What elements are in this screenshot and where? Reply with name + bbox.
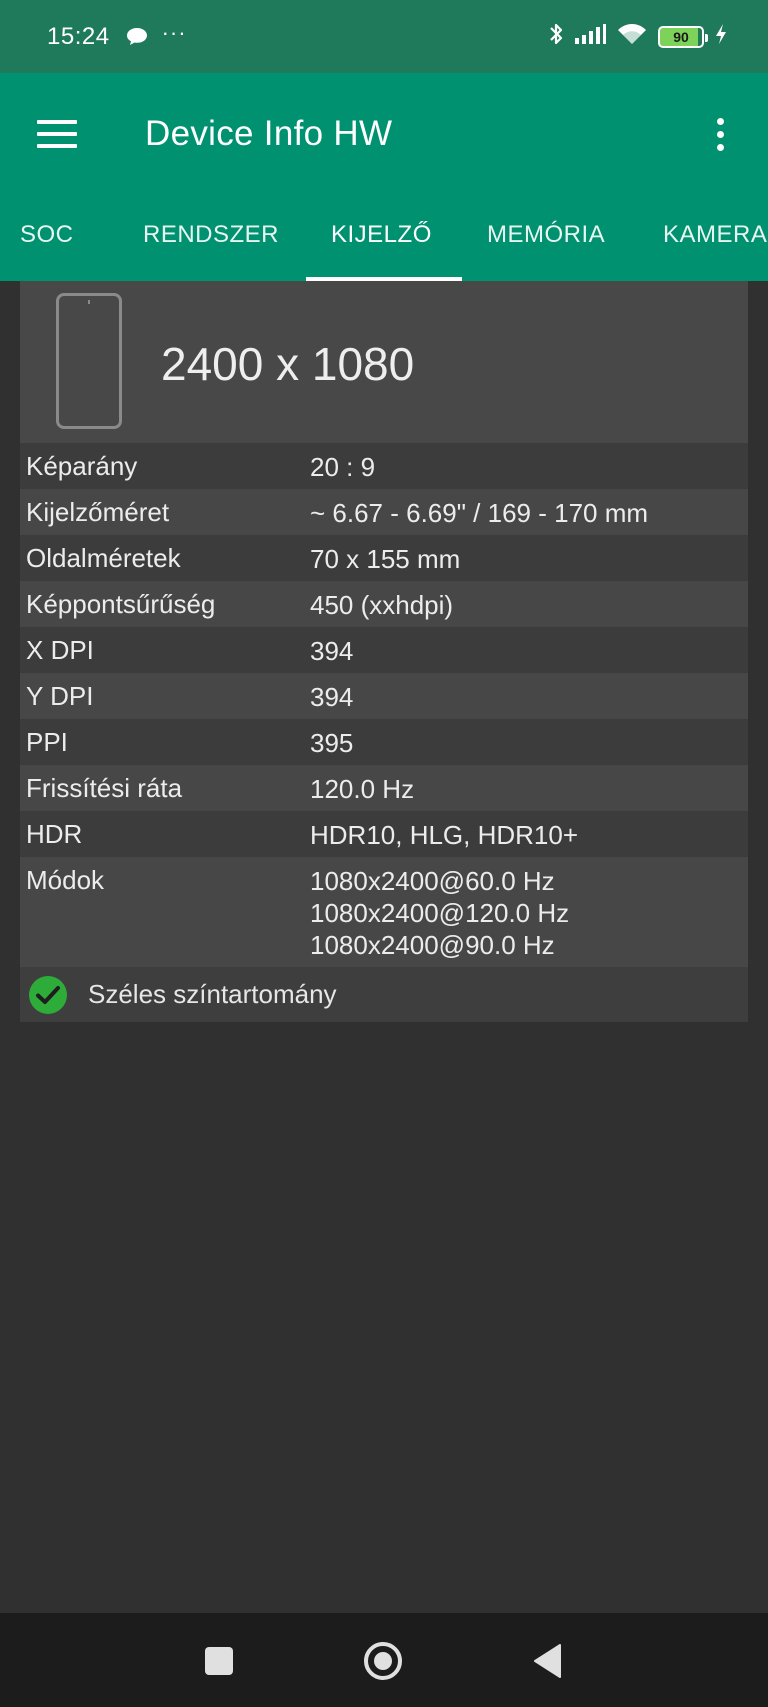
row-label: Módok	[26, 865, 105, 895]
row-value: HDR10, HLG, HDR10+	[310, 820, 579, 850]
signal-icon	[574, 23, 606, 50]
wide-color-gamut-label: Széles színtartomány	[88, 979, 337, 1009]
home-button[interactable]	[363, 1641, 403, 1681]
row-value: ~ 6.67 - 6.69" / 169 - 170 mm	[310, 498, 649, 528]
row-label: X DPI	[26, 635, 94, 665]
row-label: PPI	[26, 727, 68, 757]
row-value: 120.0 Hz	[310, 774, 415, 804]
row-label: Képpontsűrűség	[26, 589, 216, 619]
modes-values: 1080x2400@60.0 Hz 1080x2400@120.0 Hz 108…	[310, 857, 569, 967]
row-value: 395	[310, 728, 354, 758]
hamburger-menu-icon[interactable]	[37, 120, 77, 148]
status-time: 15:24	[47, 22, 110, 50]
modes-row: Módok 1080x2400@60.0 Hz 1080x2400@120.0 …	[20, 857, 748, 967]
row-label: Képarány	[26, 451, 138, 481]
tab-kamera[interactable]: KAMERA	[663, 195, 767, 281]
row-label: Oldalméretek	[26, 543, 181, 573]
mode-value: 1080x2400@90.0 Hz	[310, 930, 555, 960]
recents-button[interactable]	[205, 1647, 233, 1675]
phone-outline-icon	[56, 293, 122, 429]
display-info-card: 2400 x 1080 Képarány 20 : 9 Kijelzőméret…	[20, 281, 748, 1022]
mode-value: 1080x2400@120.0 Hz	[310, 898, 570, 928]
row-value: 450 (xxhdpi)	[310, 590, 454, 620]
more-notifications-icon: ···	[161, 19, 187, 45]
row-value: 70 x 155 mm	[310, 544, 461, 574]
info-row: Képpontsűrűség 450 (xxhdpi)	[20, 581, 748, 627]
overflow-menu-icon[interactable]	[717, 117, 724, 151]
row-label: Y DPI	[26, 681, 94, 711]
status-bar: 15:24 ··· 90	[0, 0, 768, 73]
info-row: Y DPI 394	[20, 673, 748, 719]
info-row: HDR HDR10, HLG, HDR10+	[20, 811, 748, 857]
check-circle-icon	[29, 975, 67, 1014]
tab-bar: SOC RENDSZER KIJELZŐ MEMÓRIA KAMERA	[0, 195, 768, 281]
tab-soc[interactable]: SOC	[20, 195, 74, 281]
display-hero: 2400 x 1080	[20, 281, 748, 443]
resolution-value: 2400 x 1080	[161, 338, 415, 390]
app-title: Device Info HW	[145, 114, 393, 153]
bluetooth-icon	[548, 21, 564, 52]
chat-bubble-icon	[126, 27, 148, 47]
info-row: PPI 395	[20, 719, 748, 765]
charging-icon	[714, 23, 728, 50]
wifi-icon	[616, 22, 648, 51]
display-info-table: Képarány 20 : 9 Kijelzőméret ~ 6.67 - 6.…	[20, 443, 748, 967]
system-navigation-bar	[0, 1613, 768, 1707]
row-value: 394	[310, 636, 354, 666]
tab-rendszer[interactable]: RENDSZER	[143, 195, 279, 281]
row-value: 20 : 9	[310, 452, 376, 482]
tab-kijelzo[interactable]: KIJELZŐ	[331, 195, 432, 281]
back-button[interactable]	[532, 1643, 562, 1679]
info-row: Frissítési ráta 120.0 Hz	[20, 765, 748, 811]
battery-icon: 90	[658, 25, 708, 48]
info-row: X DPI 394	[20, 627, 748, 673]
tab-memoria[interactable]: MEMÓRIA	[487, 195, 605, 281]
row-label: Kijelzőméret	[26, 497, 170, 527]
info-row: Oldalméretek 70 x 155 mm	[20, 535, 748, 581]
wide-color-gamut-row: Széles színtartomány	[20, 967, 748, 1022]
row-value: 394	[310, 682, 354, 712]
app-bar: Device Info HW	[0, 73, 768, 195]
row-label: HDR	[26, 819, 83, 849]
info-row: Képarány 20 : 9	[20, 443, 748, 489]
row-label: Frissítési ráta	[26, 773, 183, 803]
mode-value: 1080x2400@60.0 Hz	[310, 866, 555, 896]
info-row: Kijelzőméret ~ 6.67 - 6.69" / 169 - 170 …	[20, 489, 748, 535]
